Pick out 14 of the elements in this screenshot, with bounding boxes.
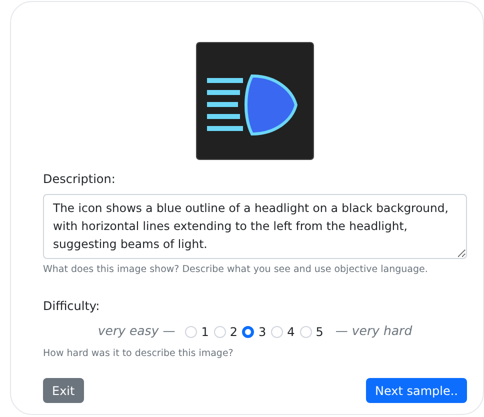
help-text: What does this image show? Describe what you see and use objective language. — [43, 263, 429, 277]
radio-label[interactable]: 2 — [230, 322, 238, 341]
description-label: Description: — [43, 171, 116, 188]
radio-label[interactable]: 3 — [258, 322, 266, 341]
radio-label[interactable]: 4 — [287, 322, 295, 341]
radio-label[interactable]: 1 — [201, 322, 209, 341]
description-field[interactable]: The icon shows a blue outline of a headlight on a black background, with horizontal lines extending to the left from the headlight, suggesting beams of light. — [43, 194, 467, 259]
scale-low-label: very easy — — [98, 322, 176, 340]
next-button[interactable]: Next sample.. — [366, 378, 467, 404]
help-text: How hard was it to describe this image? — [43, 347, 234, 361]
radio-label[interactable]: 5 — [316, 322, 324, 341]
difficulty-label: Difficulty: — [43, 298, 101, 316]
exit-button[interactable]: Exit — [43, 378, 84, 404]
scale-high-label: — very hard — [335, 322, 412, 340]
